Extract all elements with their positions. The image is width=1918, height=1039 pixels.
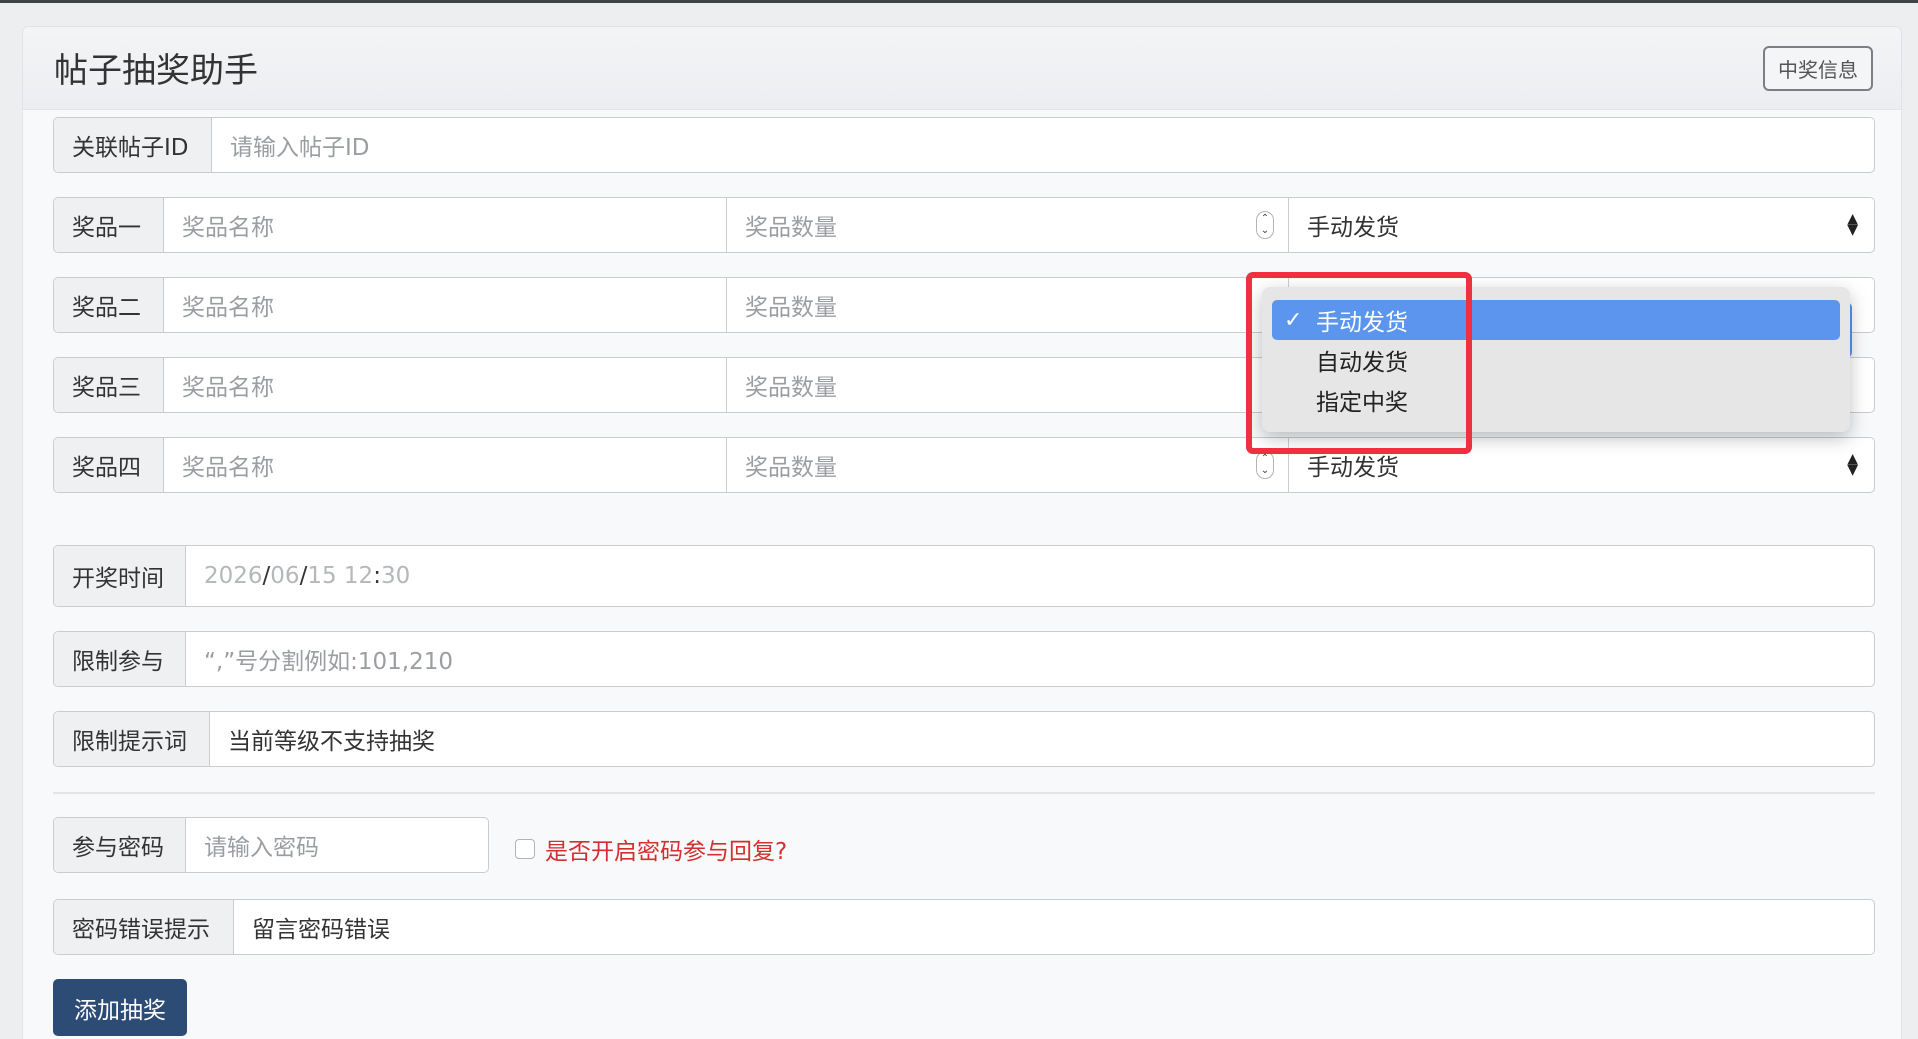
dropdown-option-label: 指定中奖 [1316,390,1408,416]
winner-info-button[interactable]: 中奖信息 [1763,46,1873,91]
prize-label: 奖品三 [54,358,164,412]
prize-quantity-placeholder: 奖品数量 [745,455,837,481]
time-minute[interactable]: 30 [381,563,410,589]
password-reply-checkbox[interactable] [515,839,535,859]
prize-quantity-placeholder: 奖品数量 [745,375,837,401]
date-day[interactable]: 15 [307,563,336,589]
lottery-panel: 帖子抽奖助手 中奖信息 关联帖子ID 请输入帖子ID 奖品一 奖品名称 奖品数量… [22,26,1902,1039]
date-space [337,563,344,589]
date-separator: / [262,563,271,589]
prize-label: 奖品四 [54,438,164,492]
post-id-group: 关联帖子ID 请输入帖子ID [53,117,1875,173]
restrict-input[interactable]: “,”号分割例如:101,210 [186,632,1874,686]
restrict-label: 限制参与 [54,632,186,686]
password-error-label: 密码错误提示 [54,900,234,954]
restrict-tip-group: 限制提示词 当前等级不支持抽奖 [53,711,1875,767]
number-spinner-icon[interactable]: ⌃ ⌄ [1256,211,1274,239]
password-error-input[interactable]: 留言密码错误 [234,900,1874,954]
delivery-dropdown-menu: ✓ 手动发货 自动发货 指定中奖 [1262,287,1850,432]
number-spinner-icon[interactable]: ⌃ ⌄ [1256,451,1274,479]
password-reply-label[interactable]: 是否开启密码参与回复? [545,832,787,866]
prize-name-input[interactable]: 奖品名称 [164,358,726,412]
prize-name-input[interactable]: 奖品名称 [164,278,726,332]
password-label: 参与密码 [54,818,186,872]
date-separator: / [299,563,308,589]
prize-quantity-placeholder: 奖品数量 [745,295,837,321]
post-id-label: 关联帖子ID [54,118,212,172]
prize-quantity-input[interactable]: 奖品数量 ⌃ ⌄ [726,438,1288,492]
prize-name-input[interactable]: 奖品名称 [164,438,726,492]
prize-quantity-input[interactable]: 奖品数量 [726,278,1288,332]
draw-time-group: 开奖时间 2026/06/15 12:30 [53,545,1875,607]
dropdown-option-designated[interactable]: 指定中奖 [1272,380,1840,420]
prize-row-1: 奖品一 奖品名称 奖品数量 ⌃ ⌄ 手动发货 ▲ ▼ [53,197,1875,253]
add-lottery-button[interactable]: 添加抽奖 [53,979,187,1036]
prize-quantity-placeholder: 奖品数量 [745,215,837,241]
password-group: 参与密码 请输入密码 [53,817,489,873]
prize-name-input[interactable]: 奖品名称 [164,198,726,252]
restrict-tip-input[interactable]: 当前等级不支持抽奖 [210,712,1874,766]
prize-label: 奖品一 [54,198,164,252]
prize-quantity-input[interactable]: 奖品数量 ⌃ ⌄ [726,198,1288,252]
prize-row-4: 奖品四 奖品名称 奖品数量 ⌃ ⌄ 手动发货 ▲ ▼ [53,437,1875,493]
dropdown-option-label: 手动发货 [1316,310,1408,336]
dropdown-option-auto[interactable]: 自动发货 [1272,340,1840,380]
date-year[interactable]: 2026 [204,563,263,589]
delivery-select-value: 手动发货 [1307,455,1399,481]
delivery-select[interactable]: 手动发货 ▲ ▼ [1288,438,1874,492]
delivery-select-value: 手动发货 [1307,215,1399,241]
restrict-tip-label: 限制提示词 [54,712,210,766]
window-top-edge [0,0,1918,3]
draw-time-input[interactable]: 2026/06/15 12:30 [186,546,1874,606]
prize-quantity-input[interactable]: 奖品数量 [726,358,1288,412]
draw-time-label: 开奖时间 [54,546,186,606]
date-month[interactable]: 06 [270,563,299,589]
section-divider [53,792,1875,794]
panel-header: 帖子抽奖助手 中奖信息 [23,27,1901,110]
dropdown-option-label: 自动发货 [1316,350,1408,376]
prize-label: 奖品二 [54,278,164,332]
select-arrows-icon: ▲ ▼ [1847,211,1858,238]
password-error-group: 密码错误提示 留言密码错误 [53,899,1875,955]
page-title: 帖子抽奖助手 [54,51,258,91]
time-hour[interactable]: 12 [344,563,373,589]
restrict-group: 限制参与 “,”号分割例如:101,210 [53,631,1875,687]
delivery-select[interactable]: 手动发货 ▲ ▼ [1288,198,1874,252]
post-id-input[interactable]: 请输入帖子ID [212,118,1874,172]
password-reply-option[interactable]: 是否开启密码参与回复? [515,832,787,866]
password-input[interactable]: 请输入密码 [186,818,488,872]
time-separator: : [373,563,381,589]
checkmark-icon: ✓ [1284,307,1303,333]
dropdown-option-manual[interactable]: ✓ 手动发货 [1272,300,1840,340]
select-arrows-icon: ▲ ▼ [1847,451,1858,478]
